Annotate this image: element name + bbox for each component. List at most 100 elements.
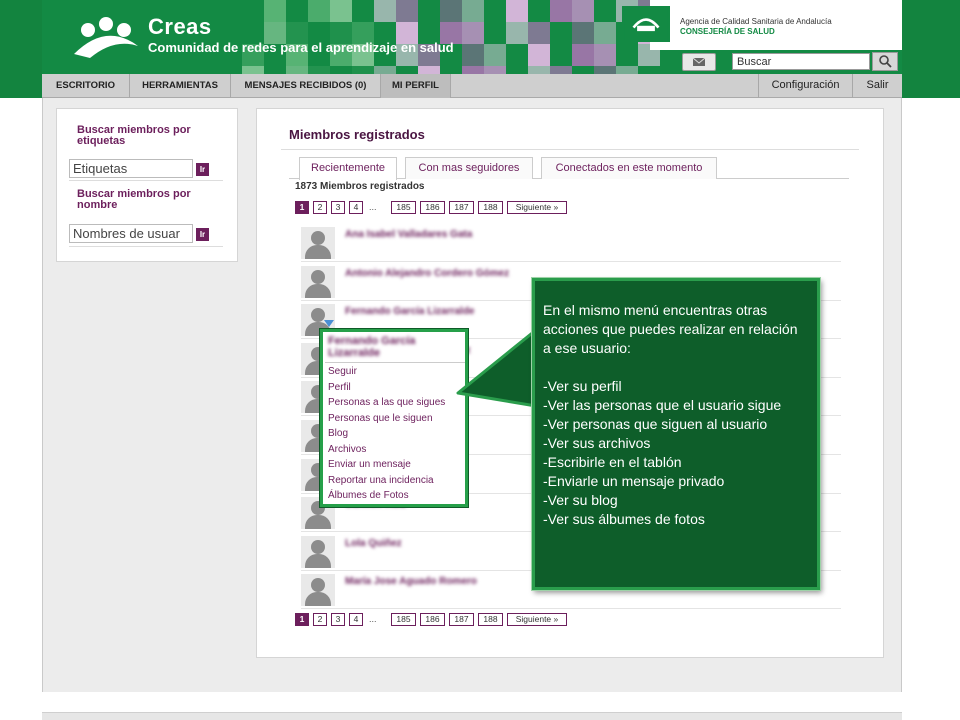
current-page[interactable]: 1 <box>295 201 309 214</box>
tab-conectados[interactable]: Conectados en este momento <box>541 157 717 179</box>
mosaic-tile <box>352 66 374 74</box>
avatar[interactable] <box>301 535 335 568</box>
avatar[interactable] <box>301 227 335 259</box>
menu-divider <box>325 362 465 363</box>
dropdown-arrow-icon[interactable] <box>324 320 334 327</box>
page-link[interactable]: 185 <box>391 613 416 626</box>
mosaic-tile <box>462 22 484 44</box>
callout-list-item: -Ver sus álbumes de fotos <box>543 511 705 527</box>
member-name-link[interactable]: Fernando García Lizarralde <box>345 306 475 317</box>
member-count: 1873 Miembros registrados <box>295 181 425 192</box>
next-page-link[interactable]: Siguiente » <box>507 201 567 214</box>
menu-item[interactable]: Personas a las que sigues <box>328 397 445 408</box>
agency-name: Agencia de Calidad Sanitaria de Andalucí… <box>680 17 832 26</box>
page-link[interactable]: 188 <box>478 201 503 214</box>
avatar[interactable] <box>301 265 335 298</box>
menu-item[interactable]: Blog <box>328 428 348 439</box>
menu-item[interactable]: Álbumes de Fotos <box>328 490 409 501</box>
mosaic-tile <box>572 22 594 44</box>
envelope-icon <box>692 57 706 66</box>
page-link[interactable]: 186 <box>420 613 445 626</box>
search-button[interactable] <box>872 52 898 71</box>
mosaic-tile <box>264 0 286 22</box>
page-link[interactable]: 185 <box>391 201 416 214</box>
nav-mi-perfil[interactable]: MI PERFIL <box>381 74 451 98</box>
page-link[interactable]: 4 <box>349 201 363 214</box>
sidebar-divider <box>69 246 223 247</box>
pagination-ellipsis: ... <box>369 202 377 212</box>
callout-list-item: -Ver sus archivos <box>543 435 651 451</box>
menu-item[interactable]: Enviar un mensaje <box>328 459 411 470</box>
page-link[interactable]: 3 <box>331 201 345 214</box>
nav-salir[interactable]: Salir <box>852 74 902 98</box>
current-page[interactable]: 1 <box>295 613 309 626</box>
callout-list-item: -Ver su perfil <box>543 378 622 394</box>
nav-escritorio[interactable]: ESCRITORIO <box>42 74 130 98</box>
tab-recientemente[interactable]: Recientemente <box>299 157 397 180</box>
site-header: Creas Comunidad de redes para el aprendi… <box>42 0 902 74</box>
member-name-link[interactable]: Antonio Alejandro Cordero Gómez <box>345 268 509 279</box>
next-page-link[interactable]: Siguiente » <box>507 613 567 626</box>
mosaic-tile <box>374 66 396 74</box>
menu-user-name: Fernando García Lizarralde <box>328 335 416 359</box>
name-go-button[interactable]: Ir <box>196 228 209 241</box>
page-link[interactable]: 3 <box>331 613 345 626</box>
search-by-name-title: Buscar miembros por nombre <box>77 188 191 211</box>
menu-item[interactable]: Archivos <box>328 444 366 455</box>
mosaic-tile <box>594 66 616 74</box>
brand-name[interactable]: Creas <box>148 14 212 40</box>
mosaic-tile <box>440 0 462 22</box>
member-name-link[interactable]: María Jose Aguado Romero <box>345 576 477 587</box>
creas-logo-icon[interactable] <box>70 14 142 64</box>
menu-item[interactable]: Reportar una incidencia <box>328 475 434 486</box>
name-input[interactable]: Nombres de usuar <box>69 224 193 243</box>
mosaic-tile <box>462 66 484 74</box>
tags-go-button[interactable]: Ir <box>196 163 209 176</box>
tags-input[interactable]: Etiquetas <box>69 159 193 178</box>
page-link[interactable]: 2 <box>313 613 327 626</box>
mosaic-tile <box>550 66 572 74</box>
callout-list-item: -Ver personas que siguen al usuario <box>543 416 768 432</box>
sidebar-divider <box>69 180 223 181</box>
mosaic-tile <box>506 0 528 22</box>
menu-item[interactable]: Perfil <box>328 382 351 393</box>
mosaic-tile <box>528 44 550 66</box>
mosaic-tile <box>528 22 550 44</box>
mail-button[interactable] <box>682 53 716 71</box>
member-name-link[interactable]: Lola Quiñez <box>345 538 402 549</box>
mosaic-tile <box>572 44 594 66</box>
tab-con-mas-seguidores[interactable]: Con mas seguidores <box>405 157 533 179</box>
member-name-link[interactable]: Ana Isabel Valladares Gata <box>345 229 472 240</box>
callout-list-item: -Enviarle un mensaje privado <box>543 473 725 489</box>
search-input[interactable]: Buscar <box>732 53 870 70</box>
title-divider <box>281 149 859 150</box>
avatar[interactable] <box>301 574 335 607</box>
nav-mensajes[interactable]: MENSAJES RECIBIDOS (0) <box>231 74 381 98</box>
mosaic-tile <box>594 22 616 44</box>
mosaic-tile <box>396 0 418 22</box>
mosaic-tile <box>484 44 506 66</box>
page-link[interactable]: 187 <box>449 613 474 626</box>
user-actions-menu: Fernando García Lizarralde Seguir Perfil P… <box>320 329 468 507</box>
mosaic-tile <box>308 0 330 22</box>
callout-list-item: -Ver las personas que el usuario sigue <box>543 397 782 413</box>
nav-herramientas[interactable]: HERRAMIENTAS <box>130 74 231 98</box>
page-link[interactable]: 188 <box>478 613 503 626</box>
page-link[interactable]: 2 <box>313 201 327 214</box>
menu-item[interactable]: Seguir <box>328 366 357 377</box>
page-link[interactable]: 4 <box>349 613 363 626</box>
member-row: Ana Isabel Valladares Gata <box>301 223 841 262</box>
member-search-sidebar: Buscar miembros por etiquetas Etiquetas … <box>56 108 238 262</box>
ministry-name: CONSEJERÍA DE SALUD <box>680 27 775 36</box>
mosaic-tile <box>462 44 484 66</box>
nav-configuracion[interactable]: Configuración <box>758 74 852 98</box>
mosaic-tile <box>286 66 308 74</box>
explanation-callout: En el mismo menú encuentras otras accion… <box>532 278 820 590</box>
callout-list-item: -Ver su blog <box>543 492 618 508</box>
page-link[interactable]: 187 <box>449 201 474 214</box>
mosaic-tile <box>308 66 330 74</box>
junta-andalucia-logo <box>622 6 670 42</box>
search-icon <box>879 55 892 68</box>
menu-item[interactable]: Personas que le siguen <box>328 413 433 424</box>
page-link[interactable]: 186 <box>420 201 445 214</box>
